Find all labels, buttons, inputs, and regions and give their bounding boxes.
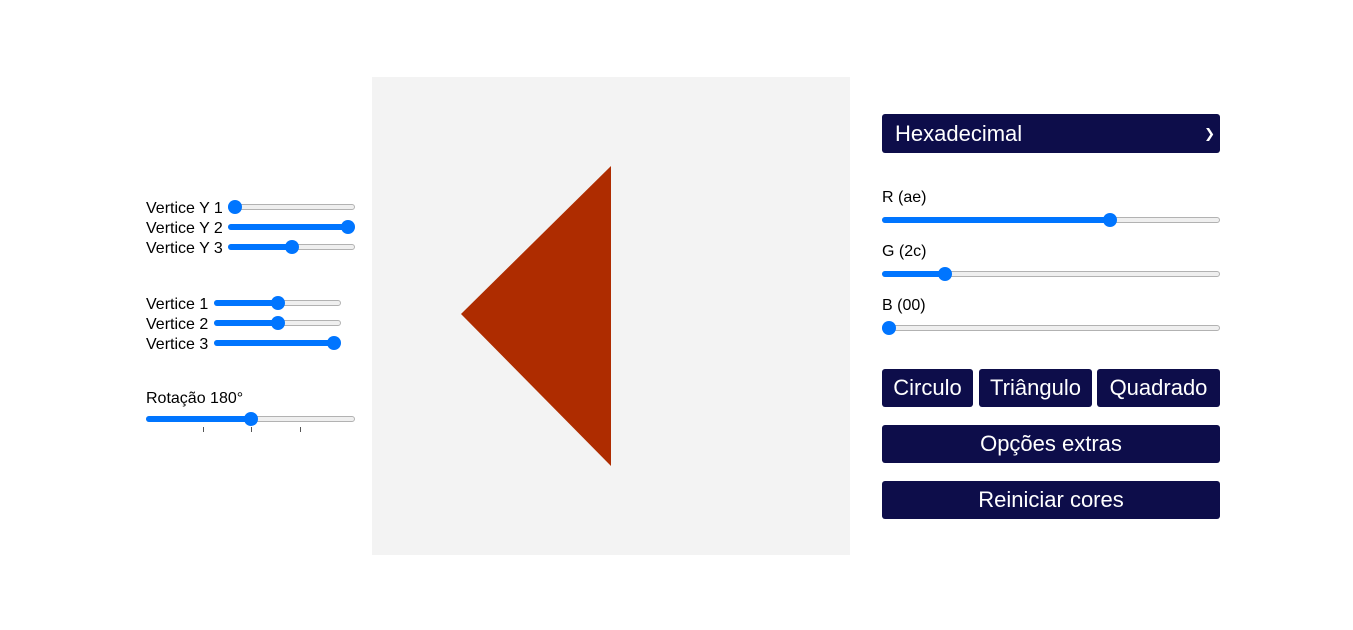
chevron-down-icon: ❯: [1204, 126, 1215, 141]
slider-thumb[interactable]: [243, 412, 258, 426]
triangle-button[interactable]: Triângulo: [979, 369, 1092, 407]
vertex-2-slider[interactable]: [214, 315, 341, 331]
extra-options-button[interactable]: Opções extras: [882, 425, 1220, 463]
slider-fill: [214, 340, 334, 346]
slider-thumb[interactable]: [228, 200, 242, 214]
vertex-y-3-slider[interactable]: [228, 239, 355, 255]
slider-track: [882, 325, 1220, 331]
slider-fill: [214, 320, 278, 326]
slider-thumb[interactable]: [270, 316, 285, 330]
vertex-y-2-label: Vertice Y 2: [146, 220, 223, 237]
rotation-tick-mark: [251, 427, 252, 432]
slider-thumb[interactable]: [1102, 213, 1117, 227]
slider-track: [228, 204, 355, 210]
slider-thumb[interactable]: [938, 267, 953, 281]
color-mode-select[interactable]: Hexadecimal ❯: [882, 114, 1220, 153]
vertex-3-slider[interactable]: [214, 335, 341, 351]
circle-button[interactable]: Circulo: [882, 369, 973, 407]
drawing-canvas[interactable]: [372, 77, 850, 555]
vertex-y-2-slider[interactable]: [228, 219, 355, 235]
vertex-y-1-label: Vertice Y 1: [146, 200, 223, 217]
slider-fill: [146, 416, 251, 422]
vertex-y-3-label: Vertice Y 3: [146, 240, 223, 257]
red-slider[interactable]: [882, 212, 1220, 228]
rotation-tick-mark: [300, 427, 301, 432]
slider-fill: [228, 224, 348, 230]
green-label: G (2c): [882, 243, 927, 260]
triangle-shape: [461, 166, 611, 466]
slider-fill: [882, 217, 1110, 223]
rotation-label: Rotação 180°: [146, 390, 244, 407]
slider-thumb[interactable]: [341, 220, 355, 234]
color-mode-selected: Hexadecimal: [895, 121, 1023, 146]
page: Vertice Y 1 Vertice Y 2 Vertice Y 3 Vert…: [0, 0, 1353, 630]
rotation-slider[interactable]: [146, 411, 355, 427]
canvas-svg: [461, 166, 611, 466]
vertex-3-label: Vertice 3: [146, 336, 209, 353]
slider-thumb[interactable]: [882, 321, 896, 335]
vertex-1-label: Vertice 1: [146, 296, 209, 313]
slider-thumb[interactable]: [284, 240, 299, 254]
slider-thumb[interactable]: [270, 296, 285, 310]
slider-fill: [882, 271, 946, 277]
square-button[interactable]: Quadrado: [1097, 369, 1220, 407]
slider-thumb[interactable]: [327, 336, 341, 350]
rotation-tick-mark: [203, 427, 204, 432]
vertex-1-slider[interactable]: [214, 295, 341, 311]
vertex-y-1-slider[interactable]: [228, 199, 355, 215]
reset-colors-button[interactable]: Reiniciar cores: [882, 481, 1220, 519]
red-label: R (ae): [882, 189, 927, 206]
blue-slider[interactable]: [882, 320, 1220, 336]
slider-fill: [214, 300, 278, 306]
green-slider[interactable]: [882, 266, 1220, 282]
vertex-2-label: Vertice 2: [146, 316, 209, 333]
blue-label: B (00): [882, 297, 926, 314]
slider-fill: [228, 244, 292, 250]
